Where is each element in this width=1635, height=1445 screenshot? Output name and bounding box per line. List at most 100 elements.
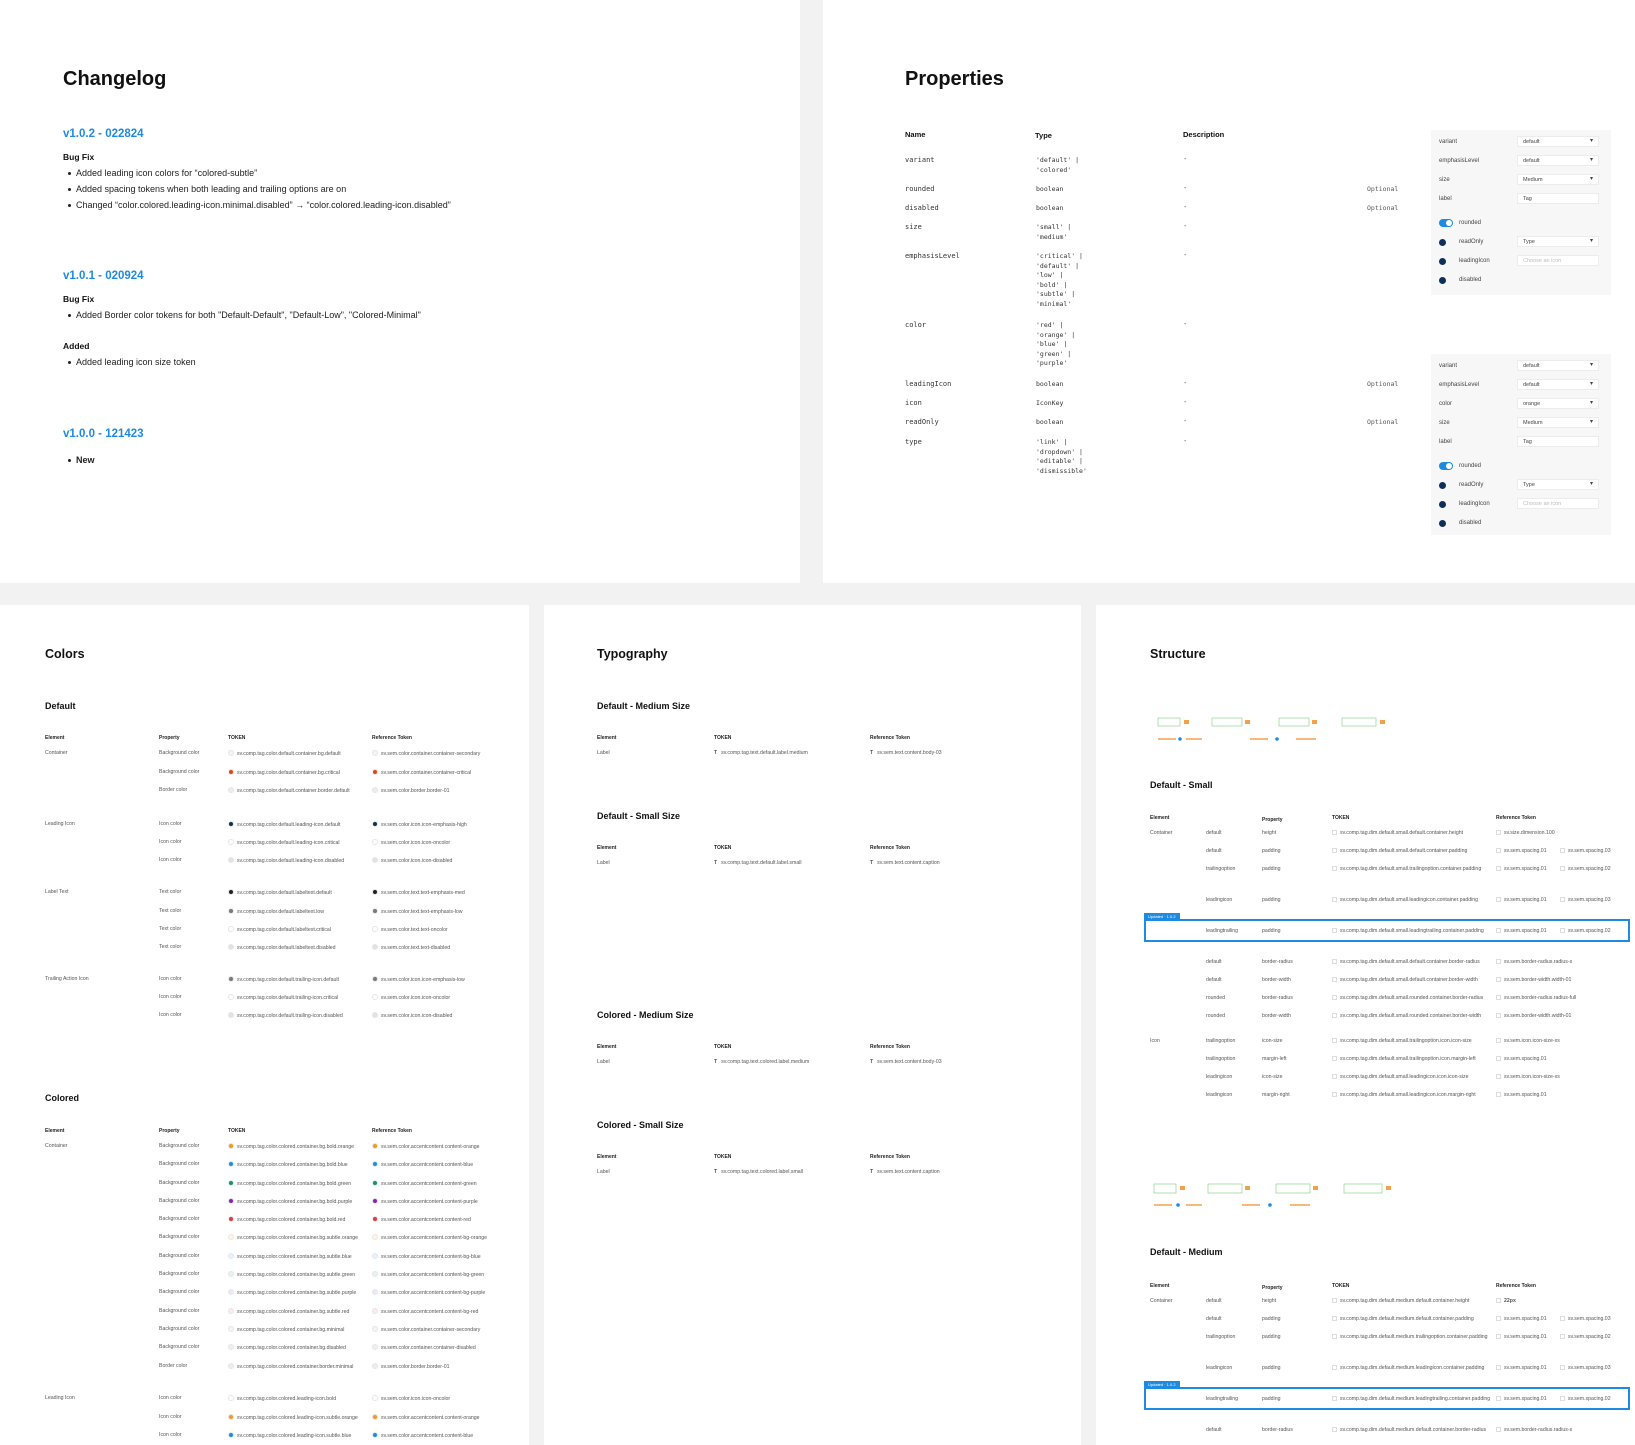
leadingicon-radio[interactable]	[1439, 257, 1446, 265]
select-value: default	[1523, 158, 1540, 164]
icon-picker-input[interactable]: Choose an icon	[1517, 498, 1599, 509]
changelog-item: Added Border color tokens for both "Defa…	[63, 307, 763, 323]
select-type[interactable]: Type ▾	[1517, 479, 1599, 490]
chevron-down-icon: ▾	[1589, 419, 1593, 425]
row-property: icon-size	[1262, 1074, 1283, 1080]
readonly-radio[interactable]	[1439, 238, 1446, 246]
row-token: sv.comp.tag.color.colored.container.bg.b…	[228, 1161, 348, 1168]
column-header: Element	[1150, 815, 1170, 821]
row-token: sv.comp.tag.dim.default.small.default.co…	[1332, 977, 1478, 983]
row-element: Icon	[1150, 1038, 1160, 1044]
row-reference: sv.sem.spacing.01	[1496, 1056, 1547, 1062]
select-size[interactable]: Medium ▾	[1517, 174, 1599, 185]
select-size[interactable]: Medium ▾	[1517, 417, 1599, 428]
token-text: sv.comp.tag.text.default.label.small	[721, 860, 802, 866]
row-reference: sv.sem.border-radius.radius-s	[1496, 959, 1572, 965]
reference-text: sv.sem.spacing.02	[1568, 1334, 1611, 1340]
prop-name: leadingIcon	[905, 380, 952, 388]
version-heading: v1.0.2 - 022824	[63, 128, 144, 140]
row-reference: sv.sem.color.border.border-01	[372, 1363, 450, 1370]
color-swatch-icon	[228, 908, 234, 914]
token-box-icon	[1496, 1316, 1501, 1321]
row-token: sv.comp.tag.dim.default.small.leadingico…	[1332, 1074, 1469, 1080]
row-reference: sv.sem.color.container.container-disable…	[372, 1344, 476, 1351]
row-token: sv.comp.tag.color.default.trailing-icon.…	[228, 994, 338, 1001]
row-property: Background color	[159, 1234, 200, 1240]
row-element: Trailing Action Icon	[45, 976, 89, 982]
leadingicon-radio[interactable]	[1439, 500, 1446, 508]
prop-type: 'red' | 'orange' | 'blue' | 'green' | 'p…	[1036, 321, 1076, 368]
color-swatch-icon	[372, 787, 378, 793]
anatomy-diagram-medium-icon	[1153, 1183, 1391, 1207]
typography-section-heading: Colored - Medium Size	[597, 1010, 694, 1020]
select-emphasisLevel[interactable]: default ▾	[1517, 155, 1599, 166]
color-swatch-icon	[372, 1271, 378, 1277]
controls-panel-colored: variant default ▾ emphasisLevel default ▾ colo…	[1431, 354, 1611, 535]
reference-text: sv.sem.color.accentcontent.content-purpl…	[381, 1199, 478, 1205]
color-swatch-icon	[372, 1253, 378, 1259]
token-text: sv.comp.tag.color.colored.leading-icon.s…	[237, 1415, 358, 1421]
select-type[interactable]: Type ▾	[1517, 236, 1599, 247]
row-reference: sv.sem.color.accentcontent.content-bg-or…	[372, 1234, 487, 1241]
select-value: Type	[1523, 239, 1535, 245]
anatomy-diagram-small-icon	[1157, 717, 1385, 741]
disabled-radio[interactable]	[1439, 519, 1446, 527]
text-style-icon: T	[870, 860, 874, 866]
column-header: TOKEN	[714, 1044, 732, 1050]
reference-text: sv.sem.color.icon.icon-oncolor	[381, 995, 451, 1001]
token-box-icon	[1560, 1365, 1565, 1370]
reference-text: sv.sem.color.container.container-disable…	[381, 1345, 476, 1351]
text-style-icon: T	[714, 860, 718, 866]
token-box-icon	[1332, 995, 1337, 1000]
select-variant[interactable]: default ▾	[1517, 136, 1599, 147]
label-text-input[interactable]: Tag	[1517, 436, 1599, 447]
token-box-icon	[1332, 1365, 1337, 1370]
color-swatch-icon	[372, 976, 378, 982]
select-emphasisLevel[interactable]: default ▾	[1517, 379, 1599, 390]
row-variant: default	[1206, 1298, 1222, 1304]
prop-description: -	[1184, 185, 1187, 192]
row-variant: default	[1206, 1316, 1222, 1322]
row-reference: sv.sem.color.icon.icon-oncolor	[372, 839, 450, 846]
chevron-down-icon: ▾	[1589, 238, 1593, 244]
row-reference: sv.sem.icon.icon-size-xs	[1496, 1074, 1560, 1080]
token-text: sv.comp.tag.color.default.trailing-icon.…	[237, 995, 339, 1001]
row-token: sv.comp.tag.color.colored.container.bg.s…	[228, 1289, 356, 1296]
color-swatch-icon	[372, 1395, 378, 1401]
reference-text: sv.sem.spacing.03	[1568, 1365, 1611, 1371]
row-property: Background color	[159, 1271, 200, 1277]
prop-name: disabled	[905, 204, 939, 212]
color-swatch-icon	[372, 1308, 378, 1314]
token-text: sv.comp.tag.dim.default.small.default.co…	[1340, 959, 1480, 965]
select-color[interactable]: orange ▾	[1517, 398, 1599, 409]
color-swatch-icon	[228, 976, 234, 982]
rounded-toggle[interactable]	[1439, 462, 1453, 470]
color-swatch-icon	[372, 908, 378, 914]
reference-text: sv.sem.color.container.container-seconda…	[381, 1327, 481, 1333]
icon-picker-input[interactable]: Choose an icon	[1517, 255, 1599, 266]
rounded-toggle[interactable]	[1439, 219, 1453, 227]
reference-text: sv.sem.spacing.03	[1568, 897, 1611, 903]
column-header: Element	[45, 1128, 65, 1134]
row-token: sv.comp.tag.color.default.leading-icon.d…	[228, 821, 340, 828]
token-box-icon	[1496, 928, 1501, 933]
disabled-radio[interactable]	[1439, 276, 1446, 284]
token-text: sv.comp.tag.color.colored.container.bg.d…	[237, 1345, 346, 1351]
row-token: sv.comp.tag.color.colored.container.bg.s…	[228, 1308, 349, 1315]
reference-text: sv.sem.spacing.03	[1568, 1316, 1611, 1322]
label-text-input[interactable]: Tag	[1517, 193, 1599, 204]
token-box-icon	[1560, 1396, 1565, 1401]
row-reference: sv.sem.color.accentcontent.content-blue	[372, 1432, 473, 1439]
changelog-list: Added leading icon colors for “colored-s…	[63, 165, 763, 213]
reference-text: sv.sem.color.text.text-disabled	[381, 945, 451, 951]
row-variant: trailingoption	[1206, 1056, 1236, 1062]
control-label: variant	[1439, 139, 1458, 145]
row-property: Background color	[159, 1180, 200, 1186]
row-property: border-width	[1262, 1013, 1291, 1019]
select-variant[interactable]: default ▾	[1517, 360, 1599, 371]
select-value: Medium	[1523, 420, 1543, 426]
row-reference: sv.sem.color.text.text-emphasis-med	[372, 889, 465, 896]
readonly-radio[interactable]	[1439, 481, 1446, 489]
reference-text: sv.sem.spacing.01	[1504, 848, 1547, 854]
token-box-icon	[1560, 848, 1565, 853]
